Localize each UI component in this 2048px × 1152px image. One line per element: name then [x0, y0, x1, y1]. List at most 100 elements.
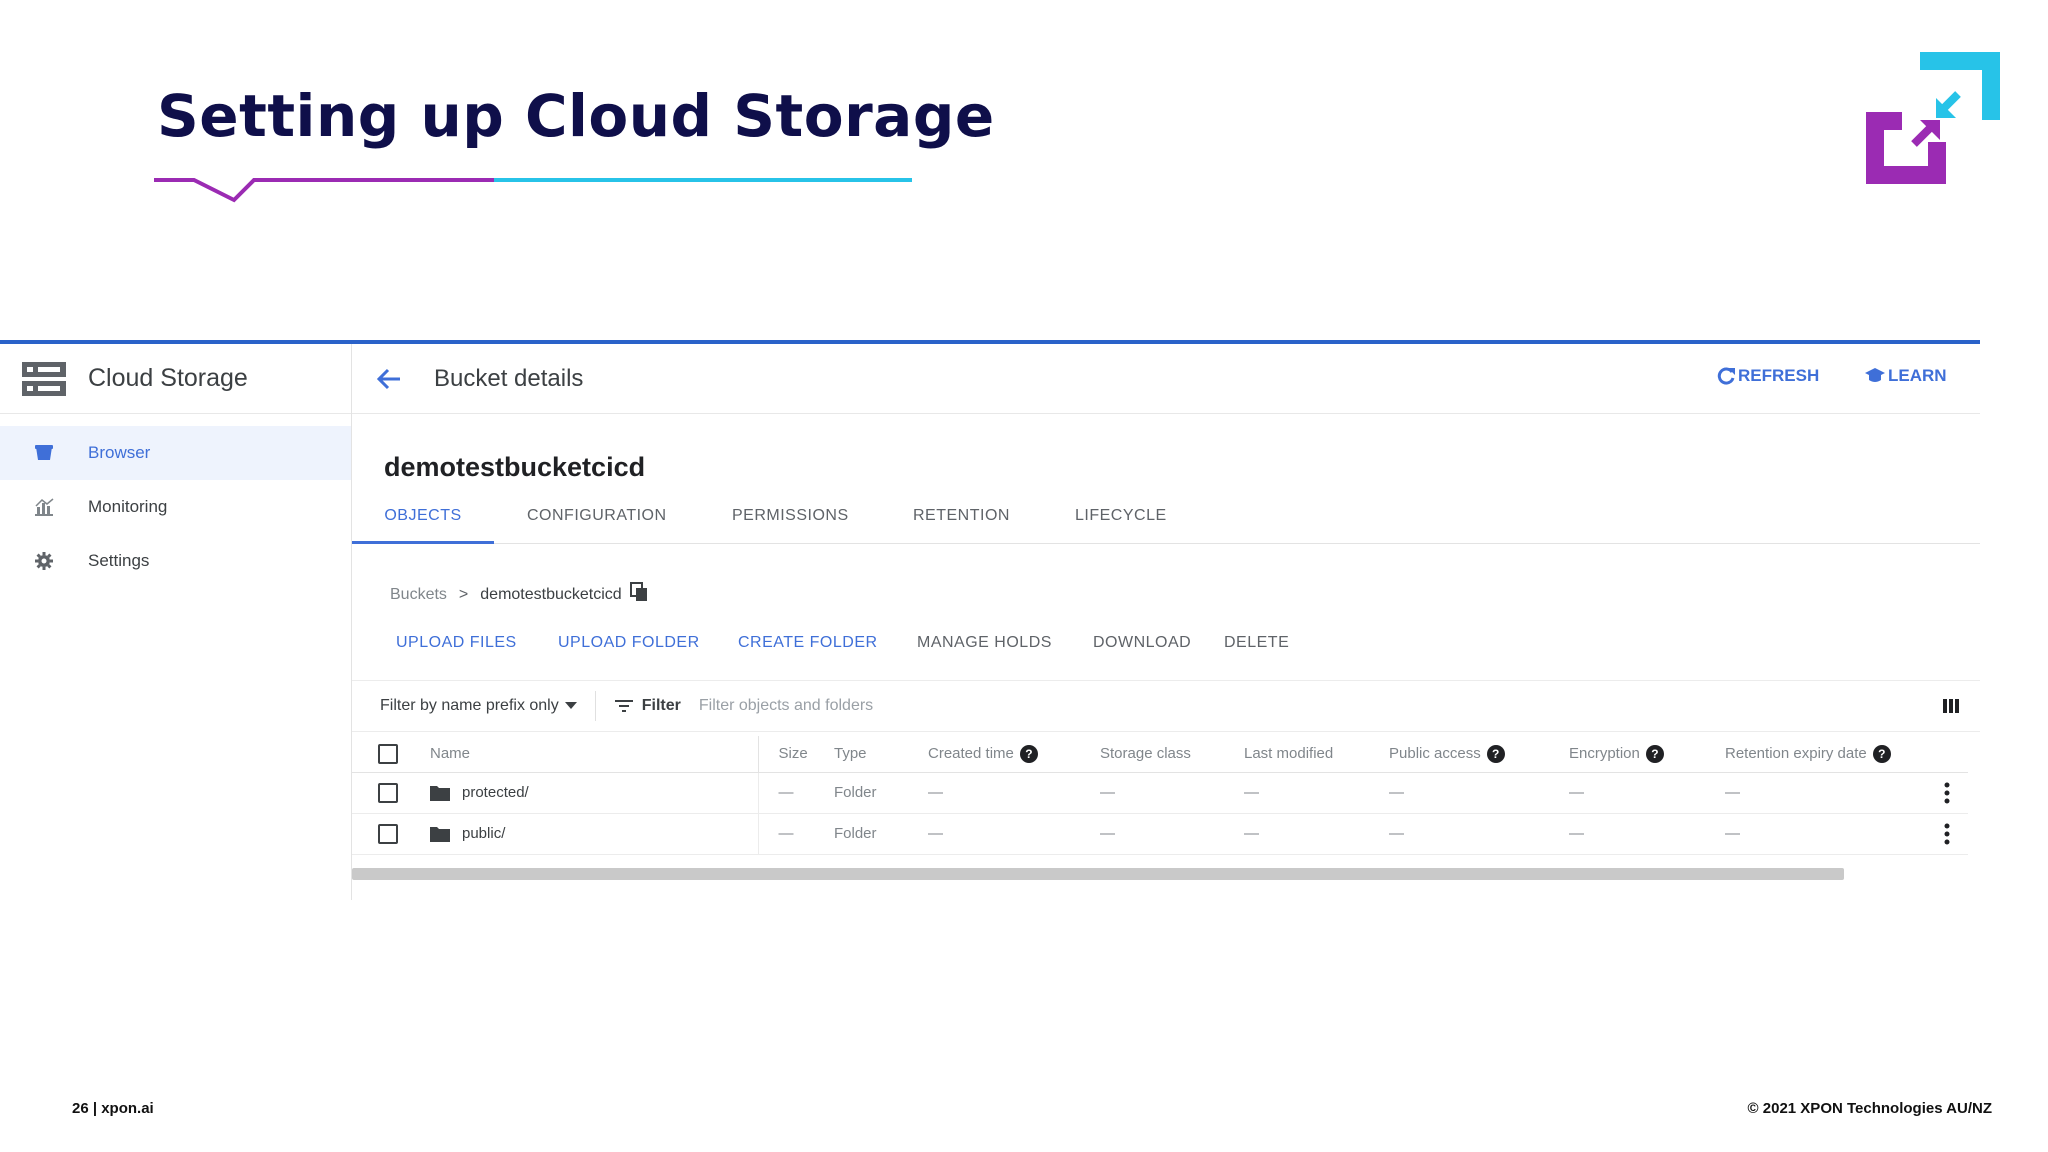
footer-page-number: 26 | xpon.ai [72, 1100, 154, 1117]
school-icon [1865, 368, 1885, 382]
help-icon[interactable]: ? [1645, 744, 1664, 763]
sidebar-item-label: Browser [88, 443, 151, 462]
bucket-name: demotestbucketcicd [384, 452, 646, 482]
tab-configuration[interactable]: CONFIGURATION [527, 496, 667, 544]
sidebar-item-settings[interactable]: Settings [0, 534, 351, 588]
object-name-link[interactable]: protected/ [462, 784, 529, 801]
sidebar: Cloud Storage Browser Monitoring Setting… [0, 344, 352, 900]
col-name[interactable]: Name [422, 736, 759, 773]
breadcrumb: Buckets > demotestbucketcicd [390, 582, 648, 607]
filter-bar: Filter by name prefix only Filter [352, 680, 1980, 732]
horizontal-scrollbar[interactable] [352, 868, 1844, 880]
breadcrumb-current: demotestbucketcicd [480, 585, 622, 603]
select-all-checkbox[interactable] [378, 743, 398, 764]
divider [594, 691, 596, 721]
cell-type: Folder [826, 772, 920, 814]
col-type[interactable]: Type [826, 736, 920, 773]
caret-down-icon [564, 702, 577, 709]
breadcrumb-separator: > [458, 585, 469, 603]
sidebar-item-label: Monitoring [88, 497, 168, 516]
cell-size: — [758, 813, 826, 855]
chart-icon [30, 497, 58, 517]
object-name-link[interactable]: public/ [462, 825, 505, 842]
cell-storage-class: — [1092, 772, 1236, 814]
tab-objects[interactable]: OBJECTS [352, 496, 494, 544]
cell-retention: — [1717, 813, 1912, 855]
col-storage-class[interactable]: Storage class [1092, 736, 1236, 773]
folder-icon [430, 827, 450, 843]
cell-public-access: — [1381, 772, 1561, 814]
gear-icon [30, 551, 58, 571]
help-icon[interactable]: ? [1019, 744, 1038, 763]
sidebar-header: Cloud Storage [0, 344, 351, 414]
filter-button[interactable]: Filter [614, 697, 681, 715]
help-icon[interactable]: ? [1872, 744, 1891, 763]
filter-icon [614, 700, 633, 712]
sidebar-item-browser[interactable]: Browser [0, 426, 351, 480]
filter-input[interactable] [698, 697, 1299, 715]
objects-table: Name Size Type Created time? Storage cla… [352, 736, 1968, 855]
col-public-access[interactable]: Public access [1389, 745, 1481, 762]
refresh-button[interactable]: REFRESH [1716, 366, 1819, 386]
col-last-modified[interactable]: Last modified [1236, 736, 1381, 773]
xpon-logo-icon [1866, 52, 2000, 184]
cell-public-access: — [1381, 813, 1561, 855]
more-vert-icon[interactable] [1944, 782, 1950, 804]
cell-last-modified: — [1236, 813, 1381, 855]
tab-retention[interactable]: RETENTION [913, 496, 1010, 544]
refresh-icon [1717, 367, 1735, 385]
create-folder-button[interactable]: CREATE FOLDER [738, 634, 878, 652]
cell-storage-class: — [1092, 813, 1236, 855]
row-checkbox[interactable] [378, 823, 398, 844]
tabs: OBJECTS CONFIGURATION PERMISSIONS RETENT… [352, 496, 1980, 544]
footer-copyright: © 2021 XPON Technologies AU/NZ [1747, 1100, 1992, 1117]
page-heading: Bucket details [434, 364, 584, 392]
topbar: Bucket details REFRESH LEARN [352, 344, 1980, 414]
col-size[interactable]: Size [758, 736, 826, 773]
back-arrow-icon[interactable] [376, 365, 404, 393]
cell-encryption: — [1561, 813, 1717, 855]
cell-last-modified: — [1236, 772, 1381, 814]
manage-holds-button[interactable]: MANAGE HOLDS [917, 634, 1052, 652]
cell-retention: — [1717, 772, 1912, 814]
col-created-time[interactable]: Created time [928, 745, 1014, 762]
copy-icon[interactable] [629, 582, 648, 607]
bucket-icon [30, 443, 58, 463]
learn-label: LEARN [1888, 366, 1947, 385]
column-display-icon[interactable] [1942, 697, 1960, 720]
sidebar-item-monitoring[interactable]: Monitoring [0, 480, 351, 534]
upload-files-button[interactable]: UPLOAD FILES [396, 634, 517, 652]
filter-mode-dropdown[interactable]: Filter by name prefix only [380, 697, 577, 715]
slide-title: Setting up Cloud Storage [157, 82, 995, 150]
storage-icon [22, 361, 66, 396]
upload-folder-button[interactable]: UPLOAD FOLDER [558, 634, 700, 652]
tab-lifecycle[interactable]: LIFECYCLE [1075, 496, 1167, 544]
sidebar-item-label: Settings [88, 551, 150, 570]
title-underline [154, 178, 912, 203]
col-retention-expiry[interactable]: Retention expiry date [1725, 745, 1867, 762]
main-panel: Bucket details REFRESH LEARN demotestbuc… [352, 344, 1980, 900]
tab-permissions[interactable]: PERMISSIONS [732, 496, 849, 544]
help-icon[interactable]: ? [1486, 744, 1505, 763]
console-screenshot: Cloud Storage Browser Monitoring Setting… [0, 340, 1980, 900]
cell-created: — [920, 813, 1092, 855]
cell-type: Folder [826, 813, 920, 855]
col-encryption[interactable]: Encryption [1569, 745, 1640, 762]
more-vert-icon[interactable] [1944, 823, 1950, 845]
cell-encryption: — [1561, 772, 1717, 814]
delete-button[interactable]: DELETE [1224, 634, 1289, 652]
cell-created: — [920, 772, 1092, 814]
app-title: Cloud Storage [88, 364, 248, 392]
learn-button[interactable]: LEARN [1864, 366, 1947, 386]
refresh-label: REFRESH [1738, 366, 1820, 385]
folder-icon [430, 786, 450, 802]
table-row[interactable]: protected/ — Folder — — — — — — [352, 772, 1968, 814]
table-row[interactable]: public/ — Folder — — — — — — [352, 813, 1968, 855]
cell-size: — [758, 772, 826, 814]
table-header-row: Name Size Type Created time? Storage cla… [352, 736, 1968, 773]
filter-mode-label: Filter by name prefix only [380, 697, 559, 714]
download-button[interactable]: DOWNLOAD [1093, 634, 1191, 652]
breadcrumb-buckets-link[interactable]: Buckets [390, 586, 447, 604]
filter-button-label: Filter [641, 697, 681, 714]
row-checkbox[interactable] [378, 782, 398, 803]
